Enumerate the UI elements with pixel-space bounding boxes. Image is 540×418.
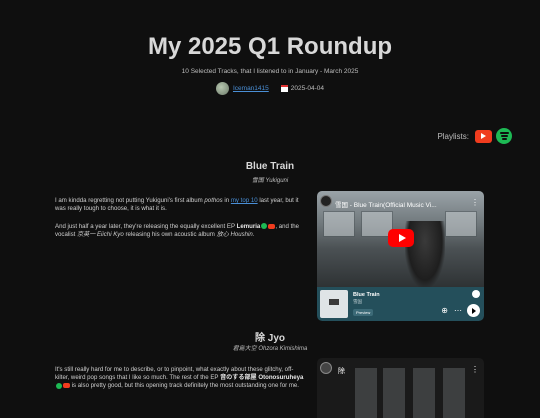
track-description: It's still really hard for me to describ… bbox=[55, 366, 304, 390]
track-description: And just half a year later, they're rele… bbox=[55, 223, 300, 239]
spotify-logo-icon bbox=[472, 290, 480, 298]
add-icon[interactable]: ⊕ bbox=[441, 306, 448, 316]
post-meta: Iceman1415 2025-04-04 bbox=[0, 82, 540, 95]
page-title: My 2025 Q1 Roundup bbox=[147, 33, 393, 60]
author[interactable]: Iceman1415 bbox=[215, 82, 269, 95]
youtube-icon[interactable] bbox=[267, 223, 275, 229]
avatar bbox=[215, 82, 229, 95]
more-icon[interactable]: ⋮ bbox=[471, 365, 479, 374]
video-embed[interactable]: 除 ⋮ bbox=[317, 358, 484, 418]
track-artist: 雪国 Yukiguni bbox=[251, 178, 289, 184]
spotify-embed[interactable]: Blue Train 雪国 Preview ⊕ ⋯ bbox=[317, 287, 484, 321]
spotify-artist: 雪国 bbox=[353, 299, 362, 304]
play-icon[interactable] bbox=[388, 229, 414, 247]
preview-badge: Preview bbox=[353, 309, 374, 316]
playlists-label: Playlists: bbox=[437, 131, 469, 141]
post-date: 2025-04-04 bbox=[280, 85, 325, 92]
track-artist: 君島大空 Ohzora Kimishima bbox=[232, 346, 308, 352]
youtube-icon[interactable] bbox=[62, 383, 70, 389]
track-title: 除 Jyo bbox=[254, 333, 285, 344]
track-title: Blue Train bbox=[245, 161, 295, 172]
video-embed[interactable]: 雪国 - Blue Train(Official Music Vi... ⋮ B… bbox=[317, 191, 484, 321]
channel-avatar[interactable] bbox=[320, 362, 332, 374]
play-icon[interactable] bbox=[467, 304, 480, 317]
playlists: Playlists: bbox=[437, 128, 512, 144]
spotify-icon[interactable] bbox=[496, 128, 512, 144]
album-art bbox=[320, 290, 348, 318]
more-icon[interactable]: ⋯ bbox=[454, 306, 462, 316]
video-title[interactable]: 除 bbox=[338, 366, 345, 376]
top10-link[interactable]: my top 10 bbox=[231, 197, 258, 204]
date-text: 2025-04-04 bbox=[290, 85, 325, 92]
author-link[interactable]: Iceman1415 bbox=[233, 85, 269, 92]
more-icon[interactable]: ⋮ bbox=[471, 198, 479, 207]
youtube-icon[interactable] bbox=[475, 129, 492, 143]
track-description: I am kindda regretting not putting Yukig… bbox=[55, 197, 299, 213]
video-title[interactable]: 雪国 - Blue Train(Official Music Vi... bbox=[335, 199, 475, 209]
spotify-track-title: Blue Train bbox=[353, 292, 380, 298]
spotify-icon[interactable] bbox=[55, 382, 62, 389]
channel-avatar[interactable] bbox=[320, 195, 332, 207]
calendar-icon bbox=[280, 85, 288, 92]
page-subtitle: 10 Selected Tracks, that I listened to i… bbox=[181, 68, 359, 75]
spotify-icon[interactable] bbox=[260, 223, 267, 230]
